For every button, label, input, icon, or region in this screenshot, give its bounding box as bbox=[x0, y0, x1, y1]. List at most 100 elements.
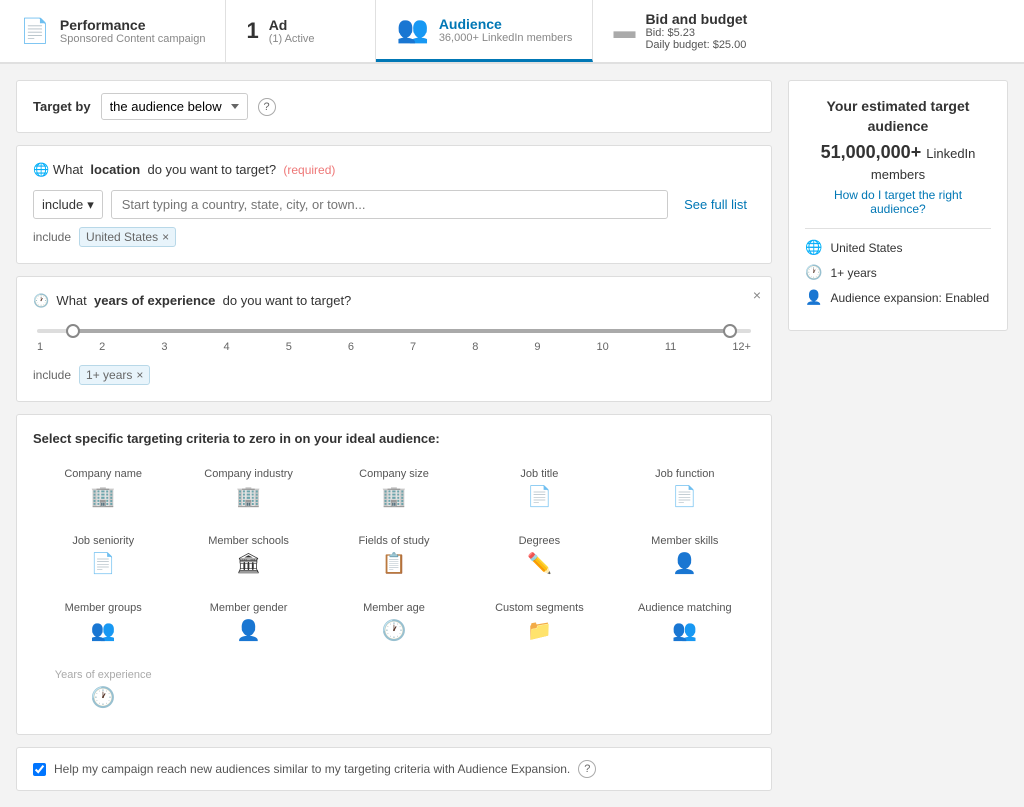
targeting-item-audience-matching[interactable]: Audience matching 👥 bbox=[615, 594, 755, 651]
targeting-criteria-section: Select specific targeting criteria to ze… bbox=[16, 414, 772, 735]
audience-icon: 👥 bbox=[396, 14, 428, 45]
years-experience-icon: 🕐 bbox=[91, 685, 116, 710]
targeting-item-fields-of-study[interactable]: Fields of study 📋 bbox=[324, 527, 464, 584]
audience-expansion-label: Help my campaign reach new audiences sim… bbox=[54, 762, 570, 776]
experience-close-button[interactable]: × bbox=[753, 287, 761, 303]
audience-subtitle: 36,000+ LinkedIn members bbox=[439, 32, 573, 44]
targeting-item-company-size[interactable]: Company size 🏢 bbox=[324, 460, 464, 517]
bid-daily: Daily budget: $25.00 bbox=[645, 39, 747, 51]
location-input-row: include ▾ See full list bbox=[33, 190, 755, 219]
location-heading-post: do you want to target? bbox=[147, 162, 276, 177]
sidebar-expansion-text: Audience expansion: Enabled bbox=[830, 291, 989, 305]
experience-section: × 🕐 What years of experience do you want… bbox=[16, 276, 772, 402]
fields-of-study-icon: 📋 bbox=[382, 551, 407, 576]
slider-labels: 1 2 3 4 5 6 7 8 9 10 11 12+ bbox=[37, 341, 751, 353]
experience-post: do you want to target? bbox=[223, 293, 352, 308]
targeting-item-degrees[interactable]: Degrees ✏️ bbox=[469, 527, 609, 584]
target-by-select[interactable]: the audience below a saved audience bbox=[101, 93, 248, 120]
sidebar-experience-icon: 🕐 bbox=[805, 264, 822, 281]
location-heading-bold: location bbox=[90, 162, 140, 177]
experience-tag-remove[interactable]: × bbox=[136, 368, 143, 382]
location-required: (required) bbox=[283, 163, 335, 177]
ad-title: Ad bbox=[269, 17, 315, 33]
location-input[interactable] bbox=[111, 190, 668, 219]
target-help-icon[interactable]: ? bbox=[258, 98, 276, 116]
sidebar-title: Your estimated target audience bbox=[805, 97, 991, 136]
nav-step-audience[interactable]: 👥 Audience 36,000+ LinkedIn members bbox=[376, 0, 593, 62]
company-industry-icon: 🏢 bbox=[236, 484, 261, 509]
ad-text: Ad (1) Active bbox=[269, 17, 315, 45]
targeting-item-member-schools[interactable]: Member schools 🏛 bbox=[178, 527, 318, 584]
nav-step-performance[interactable]: 📄 Performance Sponsored Content campaign bbox=[0, 0, 226, 62]
slider-track bbox=[37, 329, 751, 333]
location-section: 🌐 What location do you want to target? (… bbox=[16, 145, 772, 264]
location-tag-value: United States bbox=[86, 230, 158, 244]
member-age-icon: 🕐 bbox=[382, 618, 407, 643]
targeting-item-custom-segments[interactable]: Custom segments 📁 bbox=[469, 594, 609, 651]
experience-include-text: include bbox=[33, 368, 71, 382]
targeting-item-company-industry[interactable]: Company industry 🏢 bbox=[178, 460, 318, 517]
performance-icon: 📄 bbox=[20, 17, 50, 46]
sidebar-detail-expansion: 👤 Audience expansion: Enabled bbox=[805, 289, 991, 306]
location-tag-remove[interactable]: × bbox=[162, 230, 169, 244]
performance-text: Performance Sponsored Content campaign bbox=[60, 17, 206, 45]
targeting-item-member-skills[interactable]: Member skills 👤 bbox=[615, 527, 755, 584]
degrees-icon: ✏️ bbox=[527, 551, 552, 576]
audience-expansion-row: Help my campaign reach new audiences sim… bbox=[16, 747, 772, 791]
include-dropdown[interactable]: include ▾ bbox=[33, 190, 103, 219]
performance-subtitle: Sponsored Content campaign bbox=[60, 33, 206, 45]
targeting-grid-title: Select specific targeting criteria to ze… bbox=[33, 431, 755, 446]
targeting-item-member-age[interactable]: Member age 🕐 bbox=[324, 594, 464, 651]
location-heading-pre: What bbox=[53, 162, 83, 177]
targeting-item-member-groups[interactable]: Member groups 👥 bbox=[33, 594, 173, 651]
location-tag: United States × bbox=[79, 227, 176, 247]
targeting-item-job-title[interactable]: Job title 📄 bbox=[469, 460, 609, 517]
sidebar-location-icon: 🌐 bbox=[805, 239, 822, 256]
audience-expansion-checkbox[interactable] bbox=[33, 763, 46, 776]
right-sidebar: Your estimated target audience 51,000,00… bbox=[788, 80, 1008, 791]
sidebar-expansion-icon: 👤 bbox=[805, 289, 822, 306]
job-function-icon: 📄 bbox=[672, 484, 697, 509]
bid-title: Bid and budget bbox=[645, 11, 747, 27]
job-title-icon: 📄 bbox=[527, 484, 552, 509]
targeting-item-job-function[interactable]: Job function 📄 bbox=[615, 460, 755, 517]
sidebar-count: 51,000,000+ LinkedIn members bbox=[805, 142, 991, 184]
estimated-audience-card: Your estimated target audience 51,000,00… bbox=[788, 80, 1008, 331]
company-size-icon: 🏢 bbox=[382, 484, 407, 509]
targeting-item-member-gender[interactable]: Member gender 👤 bbox=[178, 594, 318, 651]
experience-tag-value: 1+ years bbox=[86, 368, 132, 382]
performance-title: Performance bbox=[60, 17, 206, 33]
job-seniority-icon: 📄 bbox=[91, 551, 116, 576]
audience-text: Audience 36,000+ LinkedIn members bbox=[439, 16, 573, 44]
nav-step-bid[interactable]: ▬ Bid and budget Bid: $5.23 Daily budget… bbox=[593, 0, 767, 62]
audience-expansion-help-icon[interactable]: ? bbox=[578, 760, 596, 778]
sidebar-count-value: 51,000,000+ bbox=[821, 142, 922, 162]
slider-thumb-left[interactable] bbox=[66, 324, 80, 338]
sidebar-location-text: United States bbox=[830, 241, 902, 255]
custom-segments-icon: 📁 bbox=[527, 618, 552, 643]
location-tag-row: include United States × bbox=[33, 227, 755, 247]
targeting-item-company-name[interactable]: Company name 🏢 bbox=[33, 460, 173, 517]
location-include-text: include bbox=[33, 230, 71, 244]
experience-slider[interactable]: 1 2 3 4 5 6 7 8 9 10 11 12+ bbox=[33, 329, 755, 353]
company-name-icon: 🏢 bbox=[91, 484, 116, 509]
nav-step-ad[interactable]: 1 Ad (1) Active bbox=[226, 0, 376, 62]
location-icon: 🌐 bbox=[33, 162, 49, 177]
targeting-item-years-experience[interactable]: Years of experience 🕐 bbox=[33, 661, 173, 718]
main-layout: Target by the audience below a saved aud… bbox=[0, 64, 1024, 807]
experience-tag: 1+ years × bbox=[79, 365, 150, 385]
audience-title: Audience bbox=[439, 16, 573, 32]
ad-subtitle: (1) Active bbox=[269, 33, 315, 45]
sidebar-divider bbox=[805, 228, 991, 229]
targeting-item-job-seniority[interactable]: Job seniority 📄 bbox=[33, 527, 173, 584]
ad-number: 1 bbox=[246, 18, 258, 44]
sidebar-target-link[interactable]: How do I target the right audience? bbox=[805, 188, 991, 216]
see-full-list-link[interactable]: See full list bbox=[676, 190, 755, 219]
audience-matching-icon: 👥 bbox=[672, 618, 697, 643]
experience-icon: 🕐 bbox=[33, 293, 49, 308]
experience-bold: years of experience bbox=[94, 293, 215, 308]
member-groups-icon: 👥 bbox=[91, 618, 116, 643]
experience-pre: What bbox=[56, 293, 86, 308]
slider-thumb-right[interactable] bbox=[723, 324, 737, 338]
bid-icon: ▬ bbox=[613, 18, 635, 44]
